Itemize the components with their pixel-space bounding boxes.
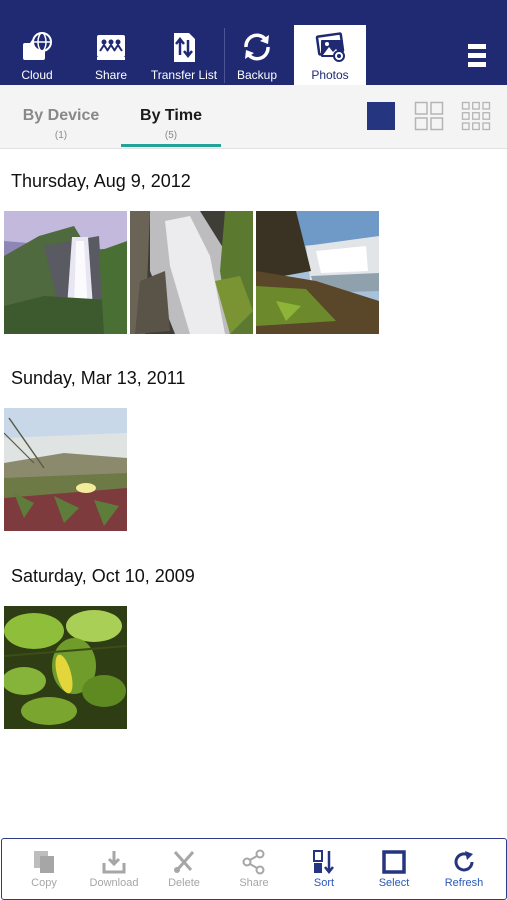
transfer-list-icon [174,33,195,62]
share-button[interactable]: Share [219,839,289,899]
cloud-folder-icon [23,32,52,60]
backup-sync-icon [244,33,270,61]
tab-cloud[interactable]: Cloud [1,25,73,85]
single-column-icon[interactable] [366,101,396,131]
share-icon [242,849,265,875]
tab-backup[interactable]: Backup [221,25,293,85]
four-grid-icon[interactable] [414,101,444,131]
tab-share[interactable]: Share [75,25,147,85]
tab-label: Transfer List [150,68,218,82]
active-tab-underline [121,144,221,147]
delete-button[interactable]: Delete [149,839,219,899]
by-time-label: By Time [140,107,202,124]
beach-flower-photo[interactable] [4,408,127,531]
waterfall-photo-3[interactable] [256,211,379,334]
tab-label: Share [94,68,128,82]
download-icon [102,851,126,874]
by-time-count: (5) [164,130,178,141]
copy-label: Copy [31,877,57,889]
refresh-button[interactable]: Refresh [429,839,499,899]
tab-label: Photos [311,68,349,82]
leaves-photo[interactable] [4,606,127,729]
refresh-label: Refresh [444,877,484,889]
select-label: Select [378,877,410,889]
waterfall-photo-1[interactable] [4,211,127,334]
by-device-label: By Device [22,107,100,124]
bottom-toolbar: Copy Download Delete Share Sort Select R… [1,838,507,900]
hamburger-menu-icon[interactable] [458,38,498,74]
select-button[interactable]: Select [359,839,429,899]
tab-label: Cloud [21,68,53,82]
tab-transfer-list[interactable]: Transfer List [148,25,220,85]
waterfall-photo-2[interactable] [130,211,253,334]
share-label: Share [239,877,269,889]
tab-label: Backup [236,68,278,82]
sort-button[interactable]: Sort [289,839,359,899]
share-users-icon [97,35,125,60]
date-header: Thursday, Aug 9, 2012 [11,171,191,191]
tab-by-device[interactable]: By Device (1) [10,85,112,148]
tab-by-time[interactable]: By Time (5) [121,85,221,148]
copy-button[interactable]: Copy [9,839,79,899]
sort-label: Sort [313,877,335,889]
nine-grid-icon[interactable] [461,101,491,131]
delete-scissors-icon [173,851,195,873]
top-nav-bar: Cloud Share Transfer List Backup Photos [0,0,507,85]
download-label: Download [89,877,139,889]
date-header: Saturday, Oct 10, 2009 [11,566,195,586]
copy-icon [34,851,54,873]
photos-icon [315,32,345,62]
tab-photos[interactable]: Photos [294,25,366,85]
select-square-icon [382,850,406,874]
delete-label: Delete [168,877,200,889]
date-header: Sunday, Mar 13, 2011 [11,368,186,388]
refresh-icon [454,851,474,872]
by-device-count: (1) [54,130,68,141]
download-button[interactable]: Download [79,839,149,899]
sort-icon [313,850,334,875]
